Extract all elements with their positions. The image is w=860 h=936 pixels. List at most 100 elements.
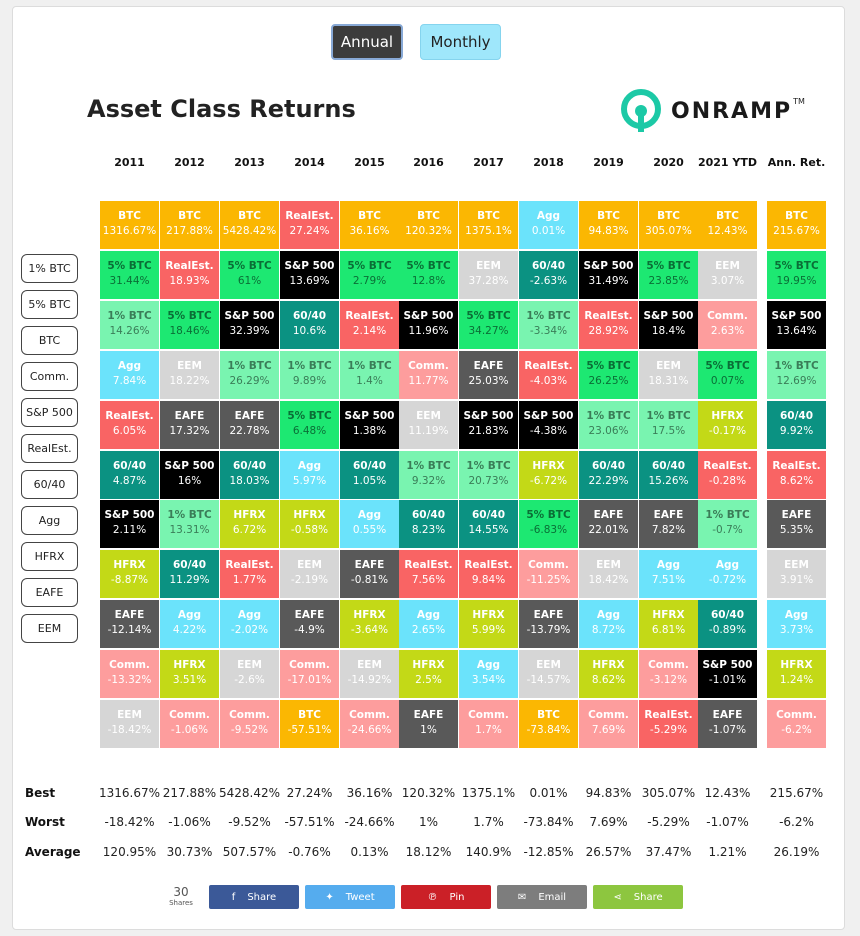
asset-name: Comm. [229,709,270,721]
return-value: 6.72% [232,524,267,536]
return-cell: RealEst. 7.56% [399,550,458,598]
legend-filter-button[interactable]: 60/40 [21,470,78,499]
asset-name: Comm. [588,709,629,721]
email-share-button[interactable]: ✉ Email [497,885,587,909]
year-header: 2017 [473,156,504,169]
asset-name: 1% BTC [646,410,691,422]
return-cell: Comm. -17.01% [280,650,339,698]
asset-name: Agg [357,509,382,521]
asset-name: 5% BTC [705,360,750,372]
return-cell: 60/40 11.29% [160,550,219,598]
return-cell: 1% BTC 17.5% [639,401,698,449]
facebook-share-button[interactable]: f Share [209,885,299,909]
return-value: 18.46% [169,325,210,337]
return-cell: Agg 7.84% [100,351,159,399]
asset-name: HFRX [173,659,206,671]
return-cell: 5% BTC 18.46% [160,301,219,349]
asset-name: Agg [656,559,681,571]
annual-toggle-button[interactable]: Annual [331,24,403,60]
return-value: 25.03% [468,375,509,387]
return-cell: Agg 4.22% [160,600,219,648]
return-cell: BTC 94.83% [579,201,638,249]
stat-label-worst: Worst [25,815,65,829]
legend-filter-button[interactable]: EAFE [21,578,78,607]
return-cell: EEM -14.57% [519,650,578,698]
return-cell: 60/40 10.6% [280,301,339,349]
return-value: 31.49% [588,275,629,287]
legend-filter-button[interactable]: RealEst. [21,434,78,463]
return-value: 19.95% [776,275,817,287]
stat-value-worst: -6.2% [779,815,814,829]
legend-filter-button[interactable]: HFRX [21,542,78,571]
return-cell: 1% BTC 20.73% [459,451,518,499]
asset-name: HFRX [780,659,813,671]
legend-filter-button[interactable]: S&P 500 [21,398,78,427]
twitter-share-button[interactable]: ✦ Tweet [305,885,395,909]
pinterest-share-button[interactable]: ℗ Pin [401,885,491,909]
return-cell: Comm. -3.12% [639,650,698,698]
asset-name: Comm. [289,659,330,671]
asset-name: 1% BTC [347,360,392,372]
asset-name: S&P 500 [583,260,634,272]
return-value: 0.07% [710,375,745,387]
return-value: -13.79% [526,624,571,636]
asset-name: Comm. [648,659,689,671]
return-value: -13.32% [107,674,152,686]
asset-name: Agg [784,609,809,621]
asset-name: RealEst. [464,559,513,571]
stat-value-best: 12.43% [704,786,751,800]
share-share-button[interactable]: ⋖ Share [593,885,683,909]
asset-name: 5% BTC [646,260,691,272]
return-cell: Comm. -13.32% [100,650,159,698]
legend-filter-button[interactable]: 1% BTC [21,254,78,283]
ann-return-header: Ann. Ret. [767,156,826,169]
asset-name: 60/40 [531,260,566,272]
return-value: -12.14% [107,624,152,636]
return-cell: 1% BTC -3.34% [519,301,578,349]
return-cell: Agg 2.65% [399,600,458,648]
return-cell: Agg -2.02% [220,600,279,648]
asset-name: EAFE [174,410,205,422]
asset-name: 60/40 [591,460,626,472]
asset-name: RealEst. [285,210,334,222]
legend-filter-button[interactable]: EEM [21,614,78,643]
return-cell: EEM 3.91% [767,550,826,598]
asset-name: BTC [477,210,500,222]
asset-name: 1% BTC [406,460,451,472]
share-icon: ⋖ [613,891,622,903]
return-value: -14.57% [526,674,571,686]
return-cell: 60/40 -0.89% [698,600,757,648]
logo-wordmark: ONRAMP [671,98,793,124]
return-cell: 1% BTC 14.26% [100,301,159,349]
asset-name: Agg [177,609,202,621]
asset-name: S&P 500 [771,310,822,322]
legend-filter-button[interactable]: Agg [21,506,78,535]
stat-value-average: 26.19% [773,845,820,859]
return-cell: Agg -0.72% [698,550,757,598]
asset-name: EEM [117,709,142,721]
return-cell: EEM 3.07% [698,251,757,299]
asset-name: 1% BTC [586,410,631,422]
legend-filter-button[interactable]: BTC [21,326,78,355]
legend-filter-button[interactable]: Comm. [21,362,78,391]
asset-name: EEM [784,559,809,571]
return-cell: RealEst. 8.62% [767,451,826,499]
return-cell: 5% BTC 2.79% [340,251,399,299]
stat-value-worst: -1.07% [706,815,749,829]
return-cell: BTC 1316.67% [100,201,159,249]
return-value: 23.06% [588,425,629,437]
logo-trademark: TM [793,96,805,106]
asset-name: S&P 500 [284,260,335,272]
legend-filter-button[interactable]: 5% BTC [21,290,78,319]
return-cell: 1% BTC 26.29% [220,351,279,399]
monthly-toggle-button[interactable]: Monthly [420,24,501,60]
asset-name: 5% BTC [466,310,511,322]
return-value: 2.11% [112,524,147,536]
return-value: -0.28% [708,475,747,487]
asset-name: S&P 500 [104,509,155,521]
asset-name: EAFE [593,509,624,521]
asset-name: S&P 500 [344,410,395,422]
asset-name: EEM [416,410,441,422]
return-value: -1.07% [708,724,747,736]
return-value: 9.92% [779,425,814,437]
